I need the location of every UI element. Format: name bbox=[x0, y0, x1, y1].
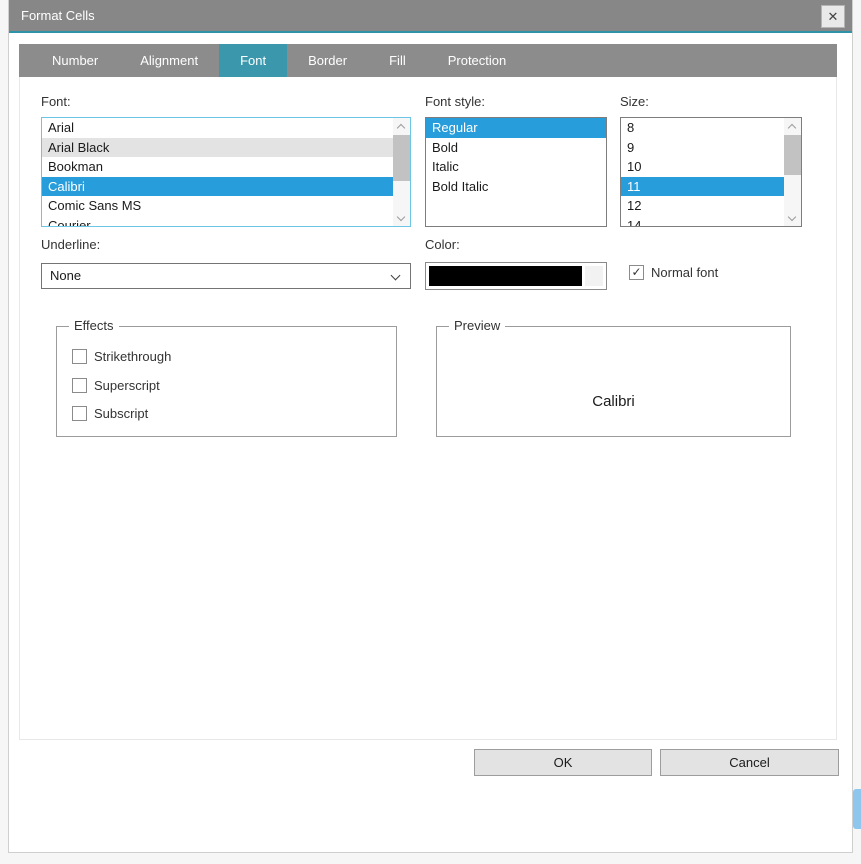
superscript-label: Superscript bbox=[94, 378, 160, 393]
background-window-fragment bbox=[853, 789, 861, 829]
size-label: Size: bbox=[620, 94, 649, 109]
color-dropdown[interactable] bbox=[425, 262, 607, 290]
normal-font-checkbox-row[interactable]: ✓ Normal font bbox=[629, 265, 718, 280]
strikethrough-row[interactable]: Strikethrough bbox=[72, 349, 171, 364]
subscript-row[interactable]: Subscript bbox=[72, 406, 148, 421]
underline-label: Underline: bbox=[41, 237, 100, 252]
list-item[interactable]: Arial Black bbox=[42, 138, 393, 158]
tab-number[interactable]: Number bbox=[31, 44, 119, 77]
strikethrough-checkbox[interactable] bbox=[72, 349, 87, 364]
list-item-selected[interactable]: Regular bbox=[426, 118, 606, 138]
titlebar[interactable]: Format Cells ✕ bbox=[9, 0, 852, 33]
chevron-down-icon[interactable] bbox=[397, 214, 405, 222]
list-item[interactable]: 8 bbox=[621, 118, 784, 138]
subscript-checkbox[interactable] bbox=[72, 406, 87, 421]
list-item[interactable]: 9 bbox=[621, 138, 784, 158]
cancel-button[interactable]: Cancel bbox=[660, 749, 839, 776]
chevron-up-icon[interactable] bbox=[397, 122, 405, 130]
list-item[interactable]: 12 bbox=[621, 196, 784, 216]
chevron-up-icon[interactable] bbox=[788, 122, 796, 130]
ok-button[interactable]: OK bbox=[474, 749, 652, 776]
list-item[interactable]: Comic Sans MS bbox=[42, 196, 393, 216]
ok-button-label: OK bbox=[554, 755, 573, 770]
chevron-down-icon bbox=[392, 272, 400, 280]
list-item-selected[interactable]: Calibri bbox=[42, 177, 393, 197]
list-item[interactable]: Italic bbox=[426, 157, 606, 177]
normal-font-label: Normal font bbox=[651, 265, 718, 280]
font-style-listbox[interactable]: Regular Bold Italic Bold Italic bbox=[425, 117, 607, 227]
tab-protection[interactable]: Protection bbox=[427, 44, 528, 77]
font-style-label: Font style: bbox=[425, 94, 485, 109]
tab-alignment[interactable]: Alignment bbox=[119, 44, 219, 77]
size-listbox[interactable]: 8 9 10 11 12 14 bbox=[620, 117, 802, 227]
list-item[interactable]: Courier bbox=[42, 216, 393, 228]
size-list-scrollbar[interactable] bbox=[784, 118, 801, 226]
list-item[interactable]: 10 bbox=[621, 157, 784, 177]
tab-strip: Number Alignment Font Border Fill Protec… bbox=[19, 44, 837, 77]
scrollbar-thumb[interactable] bbox=[784, 135, 801, 175]
list-item[interactable]: Arial bbox=[42, 118, 393, 138]
preview-group: Preview Calibri bbox=[436, 326, 791, 437]
superscript-row[interactable]: Superscript bbox=[72, 378, 160, 393]
list-item[interactable]: 14 bbox=[621, 216, 784, 228]
underline-dropdown[interactable]: None bbox=[41, 263, 411, 289]
preview-text: Calibri bbox=[437, 393, 790, 410]
scrollbar-thumb[interactable] bbox=[393, 135, 410, 181]
color-label: Color: bbox=[425, 237, 460, 252]
preview-legend: Preview bbox=[449, 318, 505, 333]
window-title: Format Cells bbox=[21, 8, 95, 23]
tab-font[interactable]: Font bbox=[219, 44, 287, 77]
font-listbox[interactable]: Arial Arial Black Bookman Calibri Comic … bbox=[41, 117, 411, 227]
tab-fill[interactable]: Fill bbox=[368, 44, 427, 77]
list-item[interactable]: Bold Italic bbox=[426, 177, 606, 197]
underline-value: None bbox=[50, 268, 81, 283]
superscript-checkbox[interactable] bbox=[72, 378, 87, 393]
list-item[interactable]: Bold bbox=[426, 138, 606, 158]
close-button[interactable]: ✕ bbox=[821, 5, 845, 28]
tab-border[interactable]: Border bbox=[287, 44, 368, 77]
subscript-label: Subscript bbox=[94, 406, 148, 421]
checkmark-icon: ✓ bbox=[631, 265, 641, 280]
normal-font-checkbox[interactable]: ✓ bbox=[629, 265, 644, 280]
color-swatch bbox=[429, 266, 582, 286]
strikethrough-label: Strikethrough bbox=[94, 349, 171, 364]
format-cells-dialog: Format Cells ✕ Number Alignment Font Bor… bbox=[8, 0, 853, 853]
cancel-button-label: Cancel bbox=[729, 755, 769, 770]
color-dropdown-button[interactable] bbox=[585, 266, 603, 286]
close-icon: ✕ bbox=[828, 9, 839, 25]
chevron-down-icon[interactable] bbox=[788, 214, 796, 222]
list-item-selected[interactable]: 11 bbox=[621, 177, 784, 197]
list-item[interactable]: Bookman bbox=[42, 157, 393, 177]
effects-legend: Effects bbox=[69, 318, 119, 333]
effects-group: Effects Strikethrough Superscript Subscr… bbox=[56, 326, 397, 437]
font-label: Font: bbox=[41, 94, 71, 109]
font-list-scrollbar[interactable] bbox=[393, 118, 410, 226]
